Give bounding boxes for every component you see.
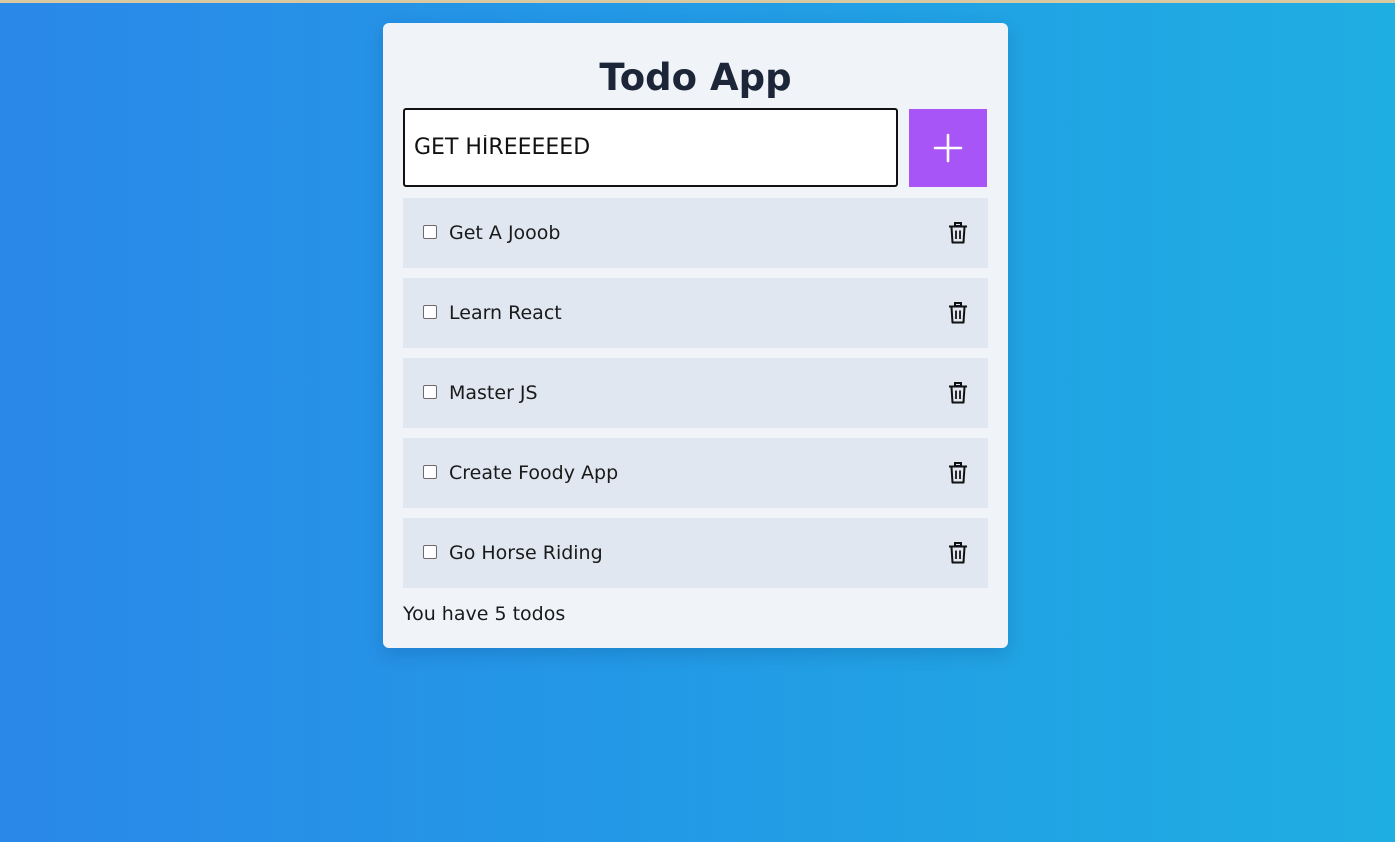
todo-checkbox[interactable] [423, 545, 437, 559]
todo-item: Learn React [403, 278, 988, 348]
page-title: Todo App [599, 56, 792, 99]
todo-item: Create Foody App [403, 438, 988, 508]
todo-label: Master JS [449, 382, 538, 404]
delete-todo-button[interactable] [945, 460, 971, 486]
todo-item: Get A Jooob [403, 198, 988, 268]
add-todo-button[interactable] [909, 109, 987, 187]
todo-label: Create Foody App [449, 462, 619, 484]
todo-label: Go Horse Riding [449, 542, 603, 564]
window-top-border [0, 0, 1395, 3]
trash-icon [949, 302, 967, 324]
todo-card: Todo App Get A Jooob Learn React [383, 23, 1008, 648]
todo-input[interactable] [403, 108, 898, 187]
plus-icon [933, 133, 963, 163]
trash-icon [949, 462, 967, 484]
delete-todo-button[interactable] [945, 540, 971, 566]
todo-label: Get A Jooob [449, 222, 561, 244]
todo-list: Get A Jooob Learn React Master JS Create… [403, 198, 988, 598]
delete-todo-button[interactable] [945, 380, 971, 406]
todo-item: Go Horse Riding [403, 518, 988, 588]
delete-todo-button[interactable] [945, 220, 971, 246]
todo-checkbox[interactable] [423, 385, 437, 399]
todo-item: Master JS [403, 358, 988, 428]
todo-checkbox[interactable] [423, 225, 437, 239]
trash-icon [949, 542, 967, 564]
todo-checkbox[interactable] [423, 465, 437, 479]
trash-icon [949, 382, 967, 404]
todo-count-text: You have 5 todos [403, 603, 566, 625]
todo-checkbox[interactable] [423, 305, 437, 319]
delete-todo-button[interactable] [945, 300, 971, 326]
trash-icon [949, 222, 967, 244]
todo-label: Learn React [449, 302, 562, 324]
